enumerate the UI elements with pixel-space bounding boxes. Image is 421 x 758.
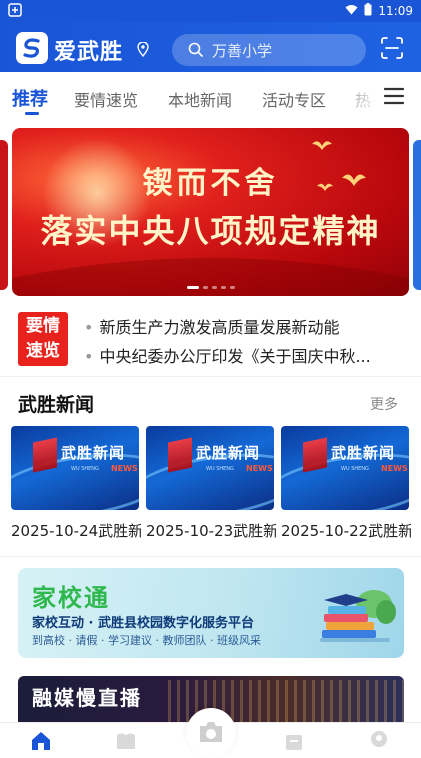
home-icon[interactable]	[30, 729, 52, 755]
battery-icon	[364, 3, 372, 19]
pager-dot-active	[186, 286, 199, 289]
headline-item[interactable]: 中央纪委办公厅印发《关于国庆中秋...	[84, 343, 406, 367]
wifi-icon	[345, 4, 358, 18]
pager-dot	[211, 286, 217, 289]
divider	[0, 376, 421, 377]
camera-button[interactable]	[186, 708, 236, 758]
more-link[interactable]: 更多	[370, 394, 398, 414]
app-brand: 爱武胜	[54, 40, 124, 65]
promo-subtitle: 家校互动 · 武胜县校园数字化服务平台	[32, 616, 254, 631]
thumb-sub: WU SHENG	[341, 466, 369, 472]
scan-icon[interactable]	[380, 36, 404, 64]
thumb-title: 武胜新闻	[331, 444, 396, 462]
video-icon[interactable]	[115, 729, 137, 755]
app-header: 爱武胜 万善小学	[0, 22, 421, 72]
banner-peek-left	[0, 140, 8, 290]
news-card-caption: 2025-10-24武胜新	[11, 522, 141, 540]
news-card-caption: 2025-10-23武胜新	[146, 522, 276, 540]
thumb-title: 武胜新闻	[196, 444, 261, 462]
news-card[interactable]: 武胜新闻 WU SHENG NEWS 2025-10-22武胜新	[281, 426, 411, 541]
live-title: 融媒慢直播	[32, 686, 142, 710]
banner-peek-right	[413, 140, 421, 290]
pager-dot	[202, 286, 208, 289]
hero-banner[interactable]: 锲而不舍 落实中央八项规定精神	[12, 128, 409, 296]
news-thumbnail: 武胜新闻 WU SHENG NEWS	[146, 426, 274, 510]
pager-dot	[220, 286, 226, 289]
tab-key-news[interactable]: 要情速览	[74, 87, 138, 111]
search-placeholder: 万善小学	[212, 42, 273, 60]
books-icon	[320, 590, 396, 642]
quick-news-badge: 要情速览	[18, 312, 68, 366]
headline-item[interactable]: 新质生产力激发高质量发展新动能	[84, 314, 406, 338]
tab-activities[interactable]: 活动专区	[262, 87, 326, 111]
news-thumbnail: 武胜新闻 WU SHENG NEWS	[11, 426, 139, 510]
flag-icon	[303, 437, 327, 473]
flag-icon	[168, 437, 192, 473]
news-card[interactable]: 武胜新闻 WU SHENG NEWS 2025-10-23武胜新	[146, 426, 276, 541]
app-logo	[16, 32, 48, 64]
search-icon	[188, 42, 203, 61]
tab-local-news[interactable]: 本地新闻	[168, 87, 232, 111]
flag-icon	[33, 437, 57, 473]
tabs-fade	[330, 72, 380, 118]
active-tab-indicator	[25, 112, 39, 115]
camera-icon	[200, 722, 222, 742]
divider	[0, 556, 421, 557]
tab-recommend[interactable]: 推荐	[12, 85, 48, 111]
channel-tabs: 推荐 要情速览 本地新闻 活动专区 热	[0, 72, 421, 118]
pager-dot	[229, 286, 235, 289]
thumb-news: NEWS	[111, 464, 138, 473]
promo-tags: 到高校 · 请假 · 学习建议 · 教师团队 · 班级风采	[32, 634, 261, 647]
banner-pager	[12, 286, 409, 289]
thumb-news: NEWS	[381, 464, 408, 473]
news-thumbnail: 武胜新闻 WU SHENG NEWS	[281, 426, 409, 510]
status-bar: 11:09	[0, 0, 421, 22]
thumb-title: 武胜新闻	[61, 444, 126, 462]
news-card-caption: 2025-10-22武胜新	[281, 522, 411, 540]
news-card[interactable]: 武胜新闻 WU SHENG NEWS 2025-10-24武胜新	[11, 426, 141, 541]
status-time: 11:09	[378, 4, 413, 18]
notification-icon	[8, 3, 22, 17]
school-home-promo[interactable]: 家校通 家校互动 · 武胜县校园数字化服务平台 到高校 · 请假 · 学习建议 …	[18, 568, 404, 658]
banner-line2: 落实中央八项规定精神	[40, 212, 381, 250]
thumb-sub: WU SHENG	[71, 466, 99, 472]
promo-title: 家校通	[32, 584, 110, 612]
profile-icon[interactable]	[368, 729, 390, 755]
search-bar[interactable]: 万善小学	[172, 34, 366, 66]
thumb-sub: WU SHENG	[206, 466, 234, 472]
banner-line1: 锲而不舍	[142, 166, 279, 201]
quick-news-badge-text: 要情速览	[26, 316, 60, 361]
section-title: 武胜新闻	[18, 394, 95, 416]
menu-icon[interactable]	[383, 87, 405, 109]
service-icon[interactable]	[283, 729, 305, 755]
thumb-news: NEWS	[246, 464, 273, 473]
location-pin-icon[interactable]	[137, 41, 149, 61]
